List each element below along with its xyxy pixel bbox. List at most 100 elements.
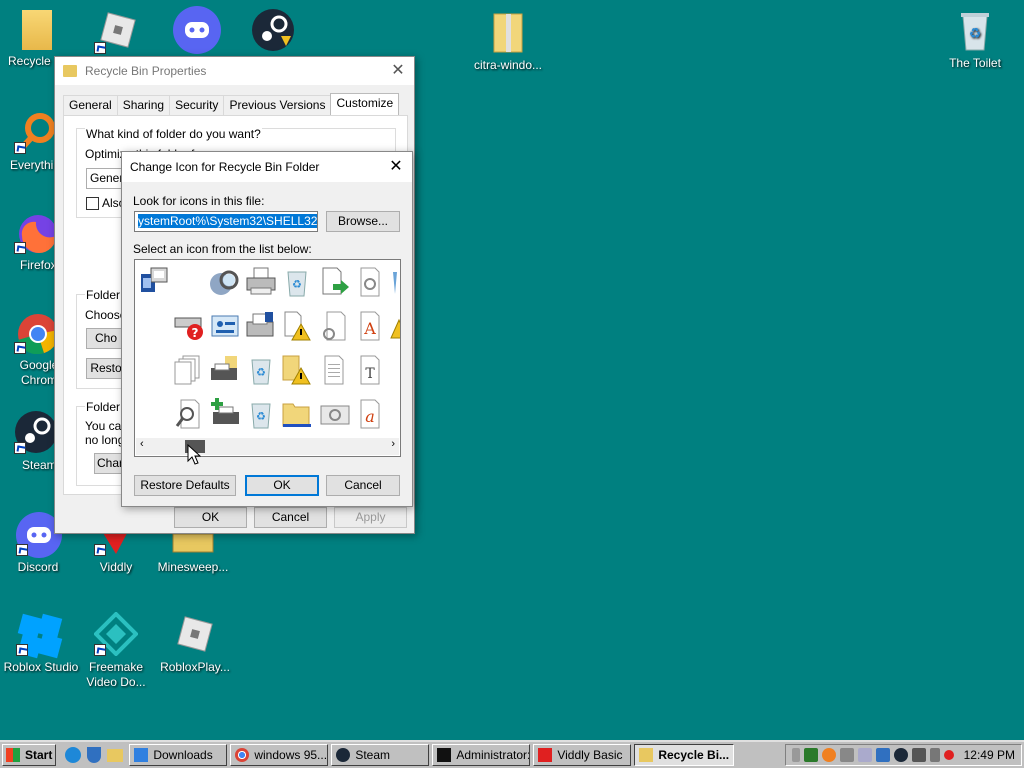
system-tray: 12:49 PM <box>784 744 1022 766</box>
taskbar-cmd[interactable]: Administrator:... <box>432 744 531 766</box>
add-printer-icon[interactable] <box>209 398 241 430</box>
choose-file-button[interactable]: Cho <box>86 328 126 349</box>
file-move-icon[interactable] <box>319 266 351 298</box>
open-folder-icon[interactable] <box>281 398 313 430</box>
magnifier-icon[interactable] <box>821 748 836 762</box>
recycle-bin-icon[interactable]: ♻ <box>245 354 277 386</box>
tab-previous-versions[interactable]: Previous Versions <box>223 95 332 115</box>
start-button[interactable]: Start <box>2 744 57 766</box>
change-icon-cancel-button[interactable]: Cancel <box>326 475 400 496</box>
taskbar: Start Downloads windows 95... Steam Admi… <box>0 740 1024 768</box>
properties-titlebar[interactable]: Recycle Bin Properties <box>55 57 414 85</box>
change-icon-ok-button[interactable]: OK <box>245 475 319 496</box>
restore-defaults-button[interactable]: Restore Defaults <box>134 475 236 496</box>
truetype-font-icon[interactable]: T <box>355 354 387 386</box>
restore-default-button[interactable]: Resto <box>86 358 126 379</box>
folder-icon <box>63 65 77 77</box>
documents-icon[interactable] <box>173 354 205 386</box>
recycle-bin-icon[interactable]: ♻ <box>245 398 277 430</box>
look-for-label: Look for icons in this file: <box>133 194 265 208</box>
taskbar-recycle-bin[interactable]: Recycle Bi... <box>634 744 735 766</box>
edge-icon[interactable] <box>65 747 82 763</box>
security-shield-icon[interactable] <box>803 748 818 762</box>
svg-text:?: ? <box>192 326 199 340</box>
browse-button[interactable]: Browse... <box>326 211 400 232</box>
notification-icon[interactable] <box>943 750 954 760</box>
svg-text:T: T <box>365 366 375 382</box>
control-panel-icon[interactable] <box>209 310 241 342</box>
desktop-icon-steam-top[interactable] <box>235 8 311 56</box>
steam-icon <box>14 410 58 454</box>
usb-icon[interactable] <box>791 748 800 762</box>
tab-sharing[interactable]: Sharing <box>116 95 171 115</box>
icon-file-path-input[interactable]: ystemRoot%\System32\SHELL32.dll <box>134 211 318 232</box>
control-panel-icon[interactable] <box>319 398 351 430</box>
close-icon[interactable]: ✕ <box>388 61 408 81</box>
drive-help-icon[interactable]: ? <box>173 310 205 342</box>
shortcut-arrow-icon <box>16 544 28 556</box>
file-search-icon[interactable] <box>173 398 205 430</box>
svg-text:a: a <box>365 407 375 426</box>
recycle-bin-icon: ♻ <box>953 8 997 52</box>
text-file-icon[interactable] <box>319 354 351 386</box>
steam-icon <box>251 8 295 52</box>
taskbar-viddly[interactable]: Viddly Basic <box>533 744 632 766</box>
optimize-select[interactable]: Genera <box>86 168 130 189</box>
tab-security[interactable]: Security <box>169 95 225 115</box>
partial-icon[interactable] <box>389 266 400 298</box>
taskbar-steam[interactable]: Steam <box>331 744 430 766</box>
wifi-icon[interactable] <box>839 748 854 762</box>
desktop-icon-discord-top[interactable] <box>157 6 233 54</box>
taskbar-chrome[interactable]: windows 95... <box>230 744 329 766</box>
network-icon[interactable] <box>911 748 926 762</box>
desktop-icon-recycle-bin[interactable]: ♻ The Toilet <box>937 8 1013 71</box>
change-icon-titlebar[interactable]: Change Icon for Recycle Bin Folder <box>122 152 412 182</box>
desktop-icon-freemake[interactable]: Freemake Video Do... <box>78 611 154 690</box>
settings-file-icon[interactable] <box>355 266 387 298</box>
tab-general[interactable]: General <box>63 95 118 115</box>
shield-icon[interactable] <box>87 747 102 763</box>
volume-icon[interactable] <box>929 748 940 762</box>
settings-file-icon[interactable] <box>319 310 351 342</box>
desktop-icon-citra[interactable]: citra-windo... <box>468 10 548 73</box>
scroll-left-icon[interactable]: ‹ <box>140 438 144 450</box>
taskbar-downloads[interactable]: Downloads <box>129 744 228 766</box>
globe-search-icon[interactable] <box>209 266 241 298</box>
printer-folder-icon[interactable] <box>209 354 241 386</box>
warning-partial-icon[interactable] <box>389 310 400 342</box>
tab-customize[interactable]: Customize <box>330 93 400 115</box>
font-file-icon[interactable]: a <box>355 398 387 430</box>
freemake-icon <box>93 611 139 657</box>
shortcut-arrow-icon <box>14 442 26 454</box>
close-icon[interactable]: ✕ <box>386 157 406 177</box>
desktop-icon-roblox-player[interactable]: RobloxPlay... <box>157 612 233 675</box>
folder-warning-icon[interactable] <box>281 354 313 386</box>
desktop-icon-roblox-top[interactable] <box>78 10 154 58</box>
icon-list[interactable]: ♻ ? A ♻ T ♻ a ‹ › <box>134 259 401 457</box>
properties-apply-button[interactable]: Apply <box>334 507 407 528</box>
properties-title: Recycle Bin Properties <box>85 64 207 78</box>
desktop-icon-roblox-studio[interactable]: Roblox Studio <box>0 612 78 675</box>
also-apply-checkbox[interactable] <box>86 197 99 210</box>
cloud-icon[interactable] <box>857 748 872 762</box>
folder-icon <box>639 748 654 762</box>
properties-ok-button[interactable]: OK <box>174 507 247 528</box>
clock[interactable]: 12:49 PM <box>964 748 1015 762</box>
shield-icon[interactable] <box>875 748 890 762</box>
printer-icon[interactable] <box>245 266 277 298</box>
file-warning-icon[interactable] <box>281 310 313 342</box>
icon-list-scrollbar[interactable]: ‹ › <box>136 438 399 455</box>
quick-launch <box>65 747 124 763</box>
scroll-right-icon[interactable]: › <box>391 438 395 450</box>
discord-icon <box>173 6 221 54</box>
steam-icon[interactable] <box>893 748 908 762</box>
properties-cancel-button[interactable]: Cancel <box>254 507 327 528</box>
font-file-icon[interactable]: A <box>355 310 387 342</box>
printer-fax-icon[interactable] <box>245 310 277 342</box>
computer-network-icon[interactable] <box>137 266 169 298</box>
folder-icon <box>22 10 52 50</box>
zip-folder-icon <box>486 10 530 54</box>
folder-icon[interactable] <box>107 748 124 762</box>
recycle-bin-icon[interactable]: ♻ <box>281 266 313 298</box>
chrome-icon <box>235 748 250 762</box>
